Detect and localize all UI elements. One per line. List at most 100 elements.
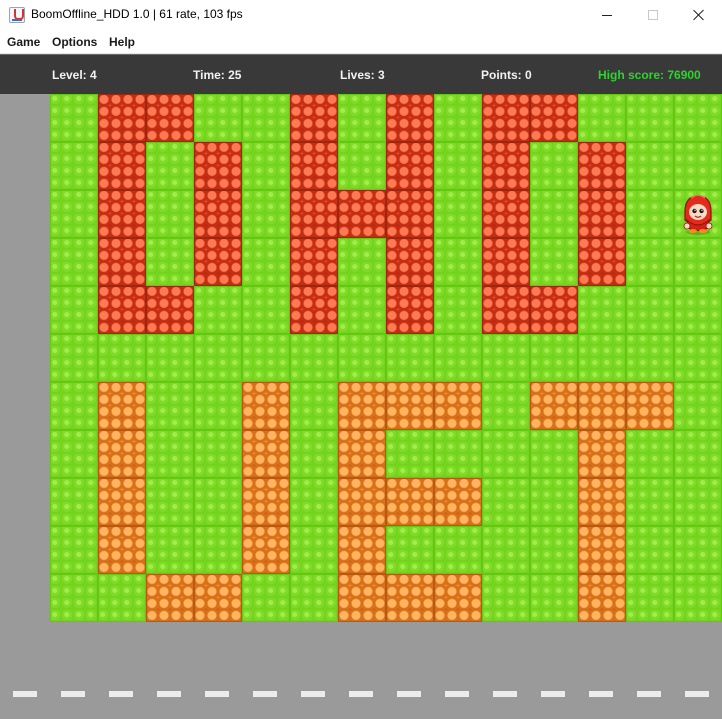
road-dash (13, 691, 37, 697)
grass-tile (290, 382, 338, 430)
grass-tile (194, 334, 242, 382)
red-brick (290, 190, 338, 238)
orange-brick (578, 574, 626, 622)
grass-tile (578, 286, 626, 334)
grass-tile (434, 190, 482, 238)
orange-brick (386, 382, 434, 430)
grass-tile (530, 142, 578, 190)
grass-tile (242, 334, 290, 382)
red-brick (386, 286, 434, 334)
red-brick (98, 94, 146, 142)
grass-tile (434, 334, 482, 382)
game-board[interactable] (50, 94, 722, 622)
grass-tile (338, 94, 386, 142)
grass-tile (674, 334, 722, 382)
red-brick (482, 286, 530, 334)
red-brick (98, 238, 146, 286)
red-brick (194, 190, 242, 238)
red-brick (386, 142, 434, 190)
grass-tile (50, 574, 98, 622)
grass-tile (482, 430, 530, 478)
grass-tile (434, 526, 482, 574)
grass-tile (50, 526, 98, 574)
grass-tile (194, 286, 242, 334)
road-dash (541, 691, 565, 697)
menu-options[interactable]: Options (52, 35, 97, 49)
orange-brick (434, 382, 482, 430)
maximize-icon (648, 10, 658, 20)
red-brick (290, 238, 338, 286)
orange-brick (98, 526, 146, 574)
red-brick (98, 142, 146, 190)
grass-tile (626, 574, 674, 622)
grass-tile (386, 526, 434, 574)
red-brick (290, 142, 338, 190)
maximize-button[interactable] (630, 0, 676, 30)
orange-brick (146, 574, 194, 622)
red-brick (578, 190, 626, 238)
grass-tile (50, 478, 98, 526)
grass-tile (434, 142, 482, 190)
red-brick (338, 190, 386, 238)
grass-tile (242, 286, 290, 334)
playfield[interactable] (0, 94, 722, 719)
hud-points: Points: 0 (481, 68, 532, 82)
grass-tile (146, 142, 194, 190)
menu-help[interactable]: Help (109, 35, 135, 49)
grass-tile (290, 574, 338, 622)
close-icon (693, 9, 705, 21)
grass-tile (578, 94, 626, 142)
grass-tile (98, 574, 146, 622)
road-dash (109, 691, 133, 697)
grass-tile (626, 190, 674, 238)
grass-tile (482, 334, 530, 382)
grass-tile (50, 190, 98, 238)
red-brick (386, 190, 434, 238)
road-dash (61, 691, 85, 697)
red-brick (578, 142, 626, 190)
grass-tile (482, 574, 530, 622)
grass-tile (482, 478, 530, 526)
grass-tile (194, 94, 242, 142)
orange-brick (338, 574, 386, 622)
grass-tile (482, 382, 530, 430)
grass-tile (146, 334, 194, 382)
grass-tile (146, 190, 194, 238)
close-button[interactable] (676, 0, 722, 30)
menu-game[interactable]: Game (7, 35, 40, 49)
minimize-icon (602, 14, 612, 16)
road-dash (301, 691, 325, 697)
grass-tile (674, 382, 722, 430)
orange-brick (578, 478, 626, 526)
red-brick (482, 142, 530, 190)
grass-tile (530, 526, 578, 574)
game-hud: Level: 4 Time: 25 Lives: 3 Points: 0 Hig… (0, 54, 722, 94)
red-brick (290, 94, 338, 142)
road-dash (253, 691, 277, 697)
grass-tile (626, 430, 674, 478)
grass-tile (674, 142, 722, 190)
grass-tile (338, 238, 386, 286)
grass-tile (242, 94, 290, 142)
red-brick (146, 94, 194, 142)
grass-tile (338, 286, 386, 334)
grass-tile (482, 526, 530, 574)
hud-high-score: High score: 76900 (598, 68, 701, 82)
road-dash (157, 691, 181, 697)
road-dash (493, 691, 517, 697)
road-dash (685, 691, 709, 697)
grass-tile (530, 430, 578, 478)
orange-brick (338, 430, 386, 478)
grass-tile (674, 238, 722, 286)
grass-tile (626, 142, 674, 190)
orange-brick (338, 478, 386, 526)
orange-brick (242, 526, 290, 574)
grass-tile (530, 238, 578, 286)
orange-brick (98, 478, 146, 526)
grass-tile (50, 430, 98, 478)
hud-lives: Lives: 3 (340, 68, 385, 82)
minimize-button[interactable] (584, 0, 630, 30)
grass-tile (146, 430, 194, 478)
orange-brick (98, 382, 146, 430)
red-brick (482, 238, 530, 286)
